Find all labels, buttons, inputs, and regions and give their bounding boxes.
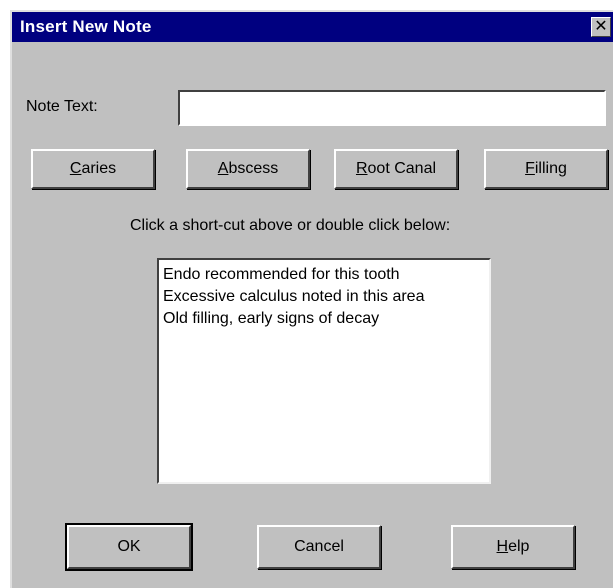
filling-button-label: Filling (525, 160, 567, 177)
ok-button-label: OK (117, 538, 141, 555)
abscess-button-label: Abscess (217, 160, 279, 177)
cancel-button-label: Cancel (294, 538, 344, 555)
root-canal-button-label: Root Canal (355, 160, 437, 177)
caries-button-label: Caries (69, 160, 117, 177)
note-text-field[interactable] (178, 90, 606, 126)
list-item[interactable]: Endo recommended for this tooth (163, 264, 485, 286)
cancel-button[interactable]: Cancel (257, 525, 381, 569)
abscess-button[interactable]: Abscess (186, 149, 310, 189)
dialog-title: Insert New Note (20, 17, 152, 36)
help-button[interactable]: Help (451, 525, 575, 569)
ok-button[interactable]: OK (65, 523, 193, 571)
title-bar[interactable]: Insert New Note ✕ (12, 12, 613, 42)
insert-note-dialog: Insert New Note ✕ Note Text: Caries Absc… (10, 10, 613, 588)
root-canal-button[interactable]: Root Canal (334, 149, 458, 189)
close-button[interactable]: ✕ (591, 17, 611, 37)
list-item[interactable]: Excessive calculus noted in this area (163, 286, 485, 308)
instruction-text: Click a short-cut above or double click … (130, 217, 451, 234)
filling-button[interactable]: Filling (484, 149, 608, 189)
note-text-label: Note Text: (26, 98, 98, 115)
help-button-label: Help (496, 538, 530, 555)
close-icon: ✕ (594, 18, 608, 35)
caries-button[interactable]: Caries (31, 149, 155, 189)
list-item[interactable]: Old filling, early signs of decay (163, 308, 485, 330)
note-phrases-list[interactable]: Endo recommended for this tooth Excessiv… (157, 258, 491, 484)
